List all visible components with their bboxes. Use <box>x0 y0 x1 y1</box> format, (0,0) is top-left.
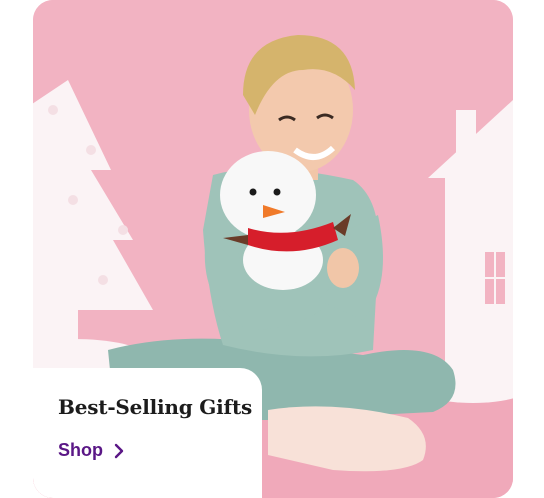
promo-title: Best-Selling Gifts <box>58 395 253 419</box>
shop-link-label: Shop <box>58 440 103 460</box>
promo-info-panel: Best-Selling Gifts Shop <box>33 368 262 498</box>
shop-link[interactable]: Shop <box>58 440 127 461</box>
chevron-right-icon <box>114 443 124 458</box>
promo-card[interactable]: Best-Selling Gifts Shop <box>33 0 513 498</box>
